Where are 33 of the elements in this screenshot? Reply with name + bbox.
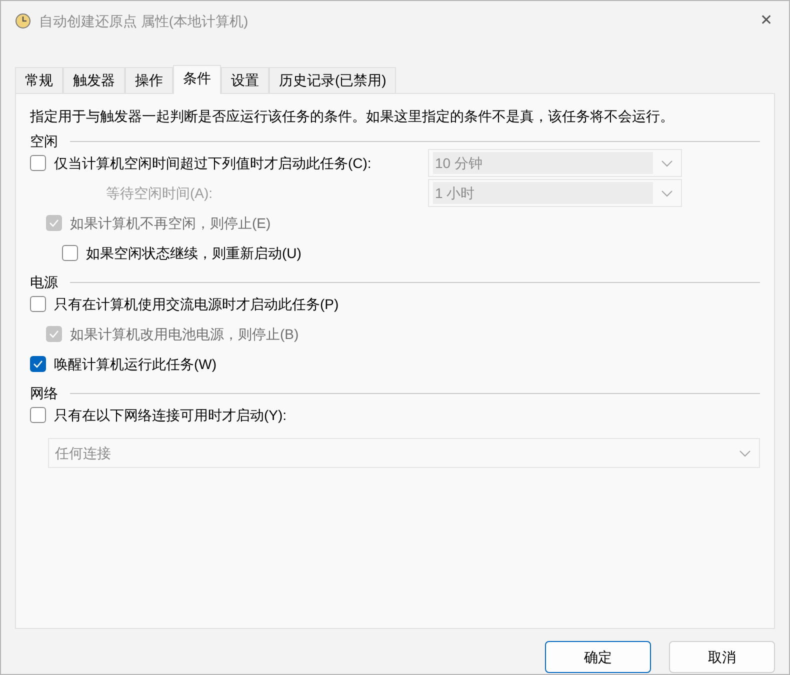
tab[interactable]: 操作 (125, 67, 173, 93)
checkmark-icon (33, 360, 43, 368)
tab[interactable]: 条件 (173, 65, 221, 94)
tab[interactable]: 常规 (15, 67, 63, 93)
checkbox-label: 如果计算机不再空闲，则停止(E) (70, 214, 271, 233)
checkbox-label: 只有在以下网络连接可用时才启动(Y): (54, 406, 287, 425)
chevron-down-icon (661, 190, 673, 196)
chevron-down-icon (661, 160, 673, 166)
window-title: 自动创建还原点 属性(本地计算机) (39, 12, 248, 31)
field-label: 等待空闲时间(A): (105, 184, 214, 203)
checkmark-icon (49, 219, 59, 227)
checkbox[interactable] (30, 407, 46, 423)
checkbox[interactable] (30, 296, 46, 312)
checkmark-icon (49, 330, 59, 338)
checkbox[interactable] (30, 155, 46, 171)
section-title: 网络 (30, 384, 58, 403)
checkbox-label: 如果空闲状态继续，则重新启动(U) (86, 244, 302, 263)
checkbox-label: 唤醒计算机运行此任务(W) (54, 354, 217, 374)
description-text: 指定用于与触发器一起判断是否应运行该任务的条件。如果这里指定的条件不是真，该任务将不会运行。 (30, 107, 675, 126)
checkbox-label: 如果计算机改用电池电源，则停止(B) (70, 324, 299, 344)
checkbox-label: 只有在计算机使用交流电源时才启动此任务(P) (54, 294, 339, 314)
tab[interactable]: 触发器 (63, 67, 125, 93)
clock-icon (15, 13, 31, 29)
checkbox-label: 仅当计算机空闲时间超过下列值时才启动此任务(C): (54, 154, 372, 173)
chevron-down-icon (739, 450, 751, 456)
dialog-button[interactable]: 取消 (669, 641, 775, 673)
section-title: 空闲 (30, 132, 58, 151)
section-title: 电源 (30, 273, 58, 292)
dialog-button[interactable]: 确定 (545, 641, 651, 673)
close-button[interactable]: ✕ (760, 10, 773, 32)
checkbox[interactable] (30, 356, 46, 372)
tab[interactable]: 历史记录(已禁用) (269, 67, 396, 93)
tab[interactable]: 设置 (221, 67, 269, 93)
